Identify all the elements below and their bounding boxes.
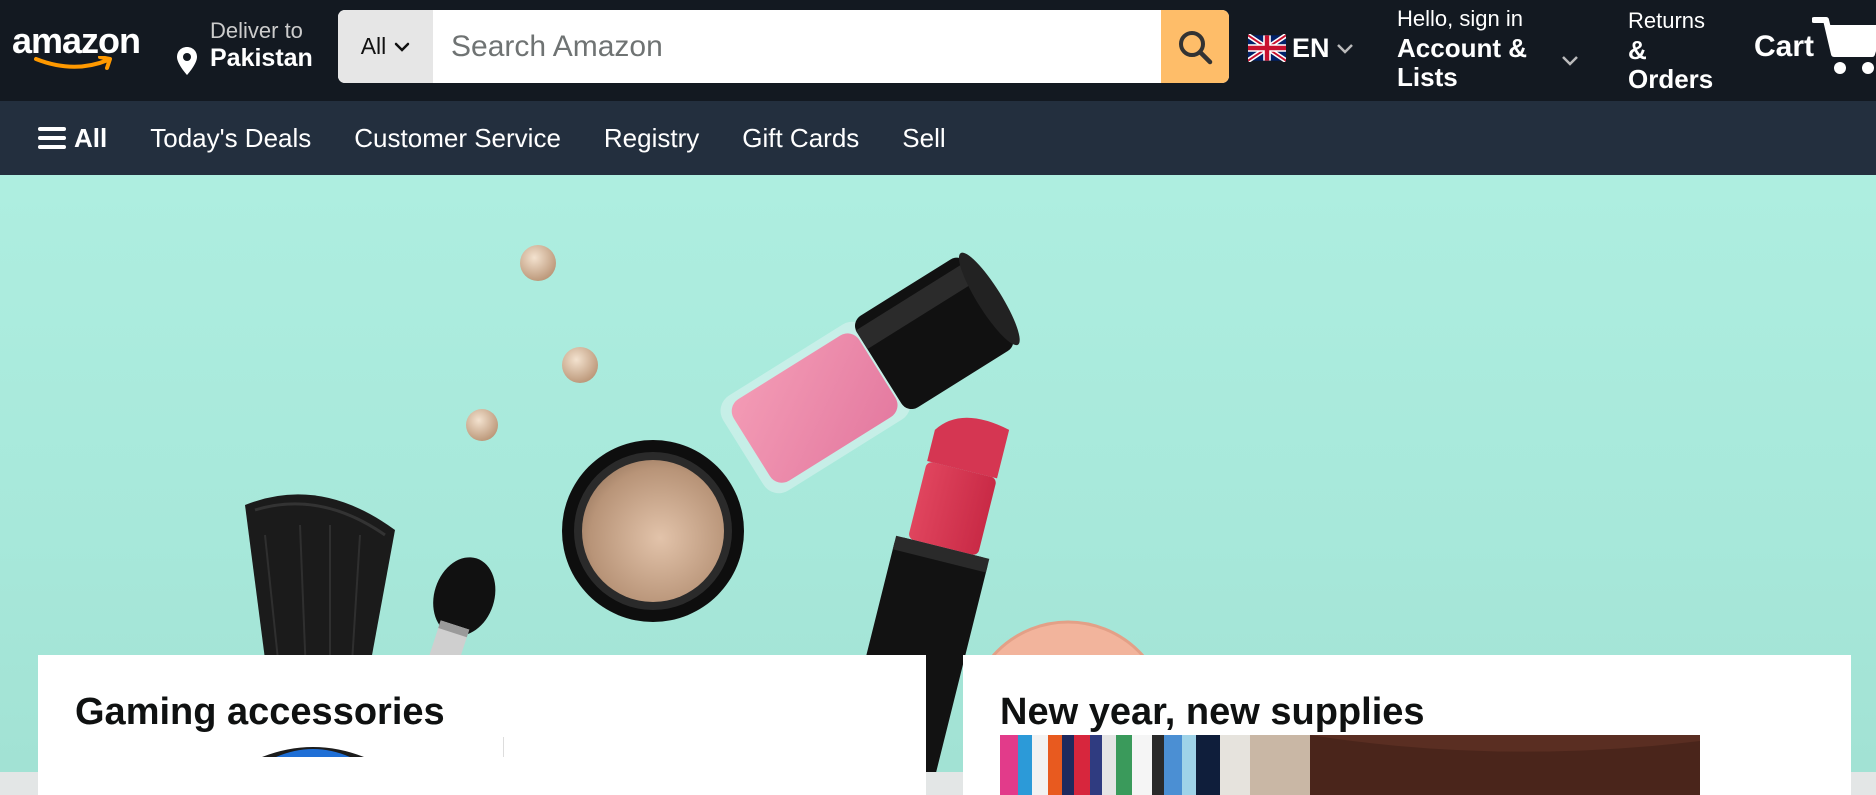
search-bar: All [338,10,1229,83]
returns-orders-link[interactable]: Returns & Orders [1628,8,1740,94]
nav-item-customer-service[interactable]: Customer Service [354,123,561,154]
chevron-down-icon [1336,44,1353,54]
search-icon [1179,30,1213,64]
category-card-gaming-accessories[interactable]: Gaming accessories [38,655,926,795]
language-selector[interactable]: EN [1248,28,1354,68]
nav-item-todays-deals[interactable]: Today's Deals [150,123,311,154]
location-pin-icon [177,47,197,75]
chevron-down-icon [395,42,410,52]
category-card-new-year-supplies[interactable]: New year, new supplies [963,655,1851,795]
cart-label: Cart [1754,30,1815,63]
uk-flag-icon [1248,34,1286,62]
nav-item-registry[interactable]: Registry [604,123,699,154]
deliver-country: Pakistan [210,44,313,72]
account-lists-menu[interactable]: Hello, sign in Account & Lists [1397,6,1587,92]
cart-button[interactable]: Cart [1752,12,1876,82]
nav-item-sell[interactable]: Sell [902,123,945,154]
top-header: amazon Deliver to Pakistan All Search Am… [0,0,1876,101]
cart-icon [1812,17,1876,74]
nav-all-label: All [74,122,108,153]
gaming-product-thumbnail-2 [503,737,927,757]
chevron-down-icon [1562,56,1578,66]
amazon-logo[interactable]: amazon [12,20,147,72]
gaming-product-thumbnail [262,747,364,757]
account-lists-label: Account & Lists [1397,33,1527,92]
search-category-select[interactable]: All [338,10,433,83]
eyeshadow-compact [562,440,744,622]
pearl-shimmer-balls [466,245,598,441]
main-nav-bar: All Today's Deals Customer Service Regis… [0,101,1876,175]
school-supplies-thumbnail [1000,735,1700,795]
search-input[interactable] [433,10,1161,83]
card-title: New year, new supplies [1000,691,1425,733]
returns-label: Returns [1628,8,1706,33]
card-title: Gaming accessories [75,691,445,733]
sign-in-greeting: Hello, sign in [1397,6,1523,31]
nav-item-gift-cards[interactable]: Gift Cards [742,123,859,154]
search-button[interactable] [1161,10,1229,83]
language-code: EN [1292,32,1330,63]
deliver-label: Deliver to [210,18,303,43]
orders-label: & Orders [1628,35,1714,94]
nav-all-menu-button[interactable]: All [38,123,107,154]
smile-arrow-icon [34,56,112,70]
hamburger-menu-icon [38,127,66,149]
search-category-label: All [360,33,387,59]
